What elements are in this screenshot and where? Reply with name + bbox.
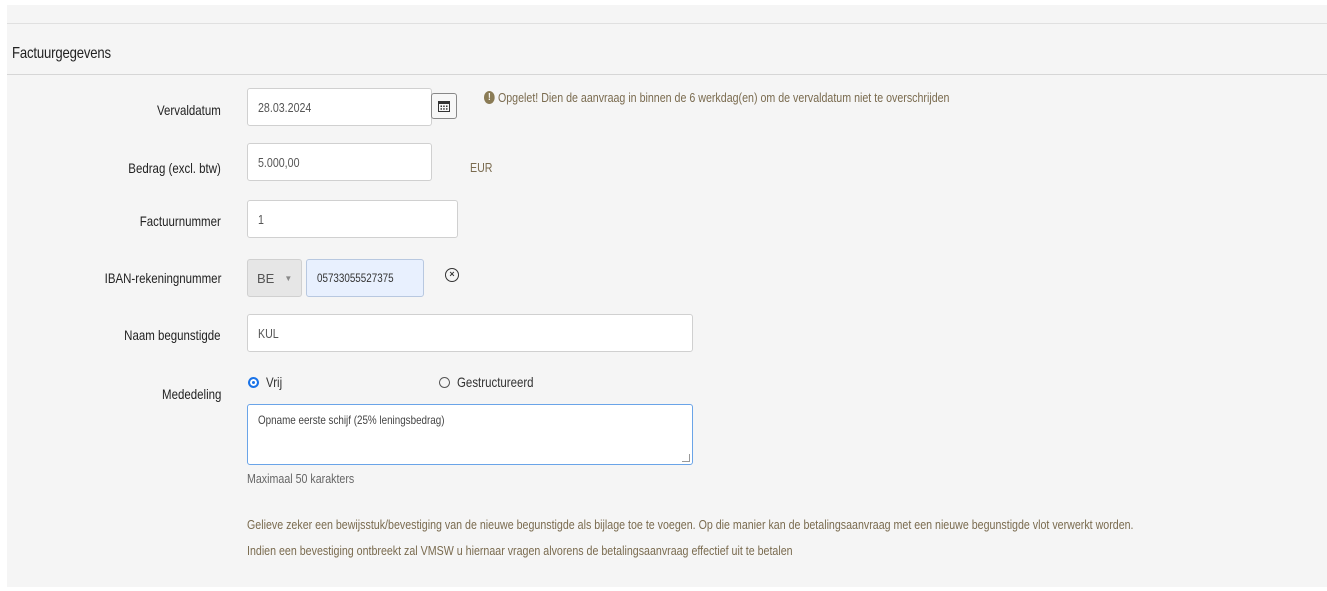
iban-country-select[interactable]: BE ▼	[247, 259, 302, 297]
note-line-2: Indien een bevestiging ontbreekt zal VMS…	[247, 543, 793, 558]
amount-label: Bedrag (excl. btw)	[128, 160, 221, 176]
radio-unchecked-icon	[439, 376, 450, 388]
title-divider	[7, 74, 1327, 75]
resize-handle[interactable]	[682, 454, 690, 462]
calendar-button[interactable]	[431, 93, 457, 119]
calendar-icon	[438, 101, 450, 112]
section-title: Factuurgegevens	[12, 45, 111, 62]
due-date-input[interactable]: 28.03.2024	[247, 88, 432, 126]
message-textarea[interactable]: Opname eerste schijf (25% leningsbedrag)	[247, 404, 693, 465]
max-characters-hint: Maximaal 50 karakters	[247, 471, 355, 486]
due-date-warning: ! Opgelet! Dien de aanvraag in binnen de…	[484, 90, 949, 105]
iban-input[interactable]: 05733055527375	[306, 259, 424, 297]
exclamation-circle-icon: !	[484, 91, 495, 104]
beneficiary-name-label: Naam begunstigde	[124, 327, 221, 343]
radio-checked-icon	[248, 376, 259, 388]
warning-text: Opgelet! Dien de aanvraag in binnen de 6…	[497, 90, 950, 105]
top-divider	[7, 23, 1327, 24]
caret-down-icon: ▼	[284, 273, 293, 283]
note-line-1: Gelieve zeker een bewijsstuk/bevestiging…	[247, 517, 1134, 532]
invoice-number-input[interactable]: 1	[247, 200, 458, 238]
currency-unit: EUR	[470, 160, 493, 175]
invoice-number-label: Factuurnummer	[139, 213, 221, 229]
radio-gestructureerd[interactable]: Gestructureerd	[439, 374, 550, 390]
beneficiary-name-input[interactable]: KUL	[247, 314, 693, 352]
amount-input[interactable]: 5.000,00	[247, 143, 432, 181]
iban-country-value: BE	[257, 270, 275, 286]
message-label: Mededeling	[161, 386, 221, 402]
invoice-details-panel: Factuurgegevens Vervaldatum 28.03.2024 !…	[7, 5, 1327, 587]
close-circle-icon[interactable]: ×	[445, 268, 459, 282]
due-date-label: Vervaldatum	[157, 102, 221, 118]
iban-label: IBAN-rekeningnummer	[104, 270, 221, 286]
radio-vrij[interactable]: Vrij	[248, 374, 286, 390]
